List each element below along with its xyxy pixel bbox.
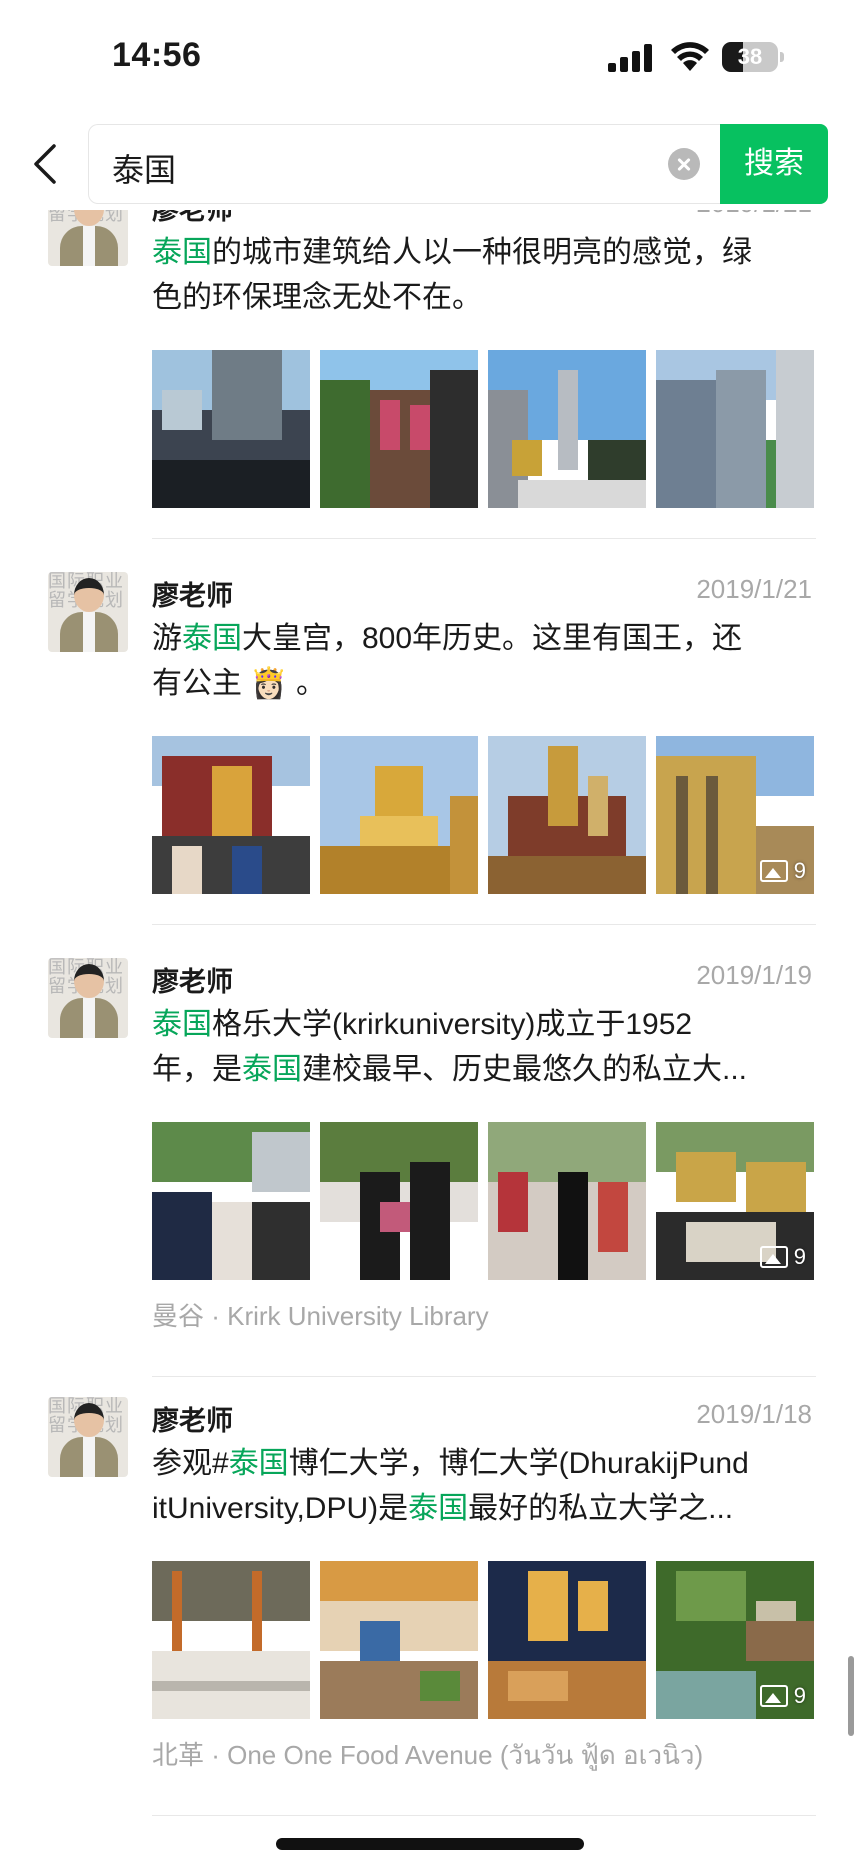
post-divider	[152, 538, 816, 539]
photo-thumbnail-city-towers[interactable]	[488, 350, 646, 508]
photo-grid: 9	[152, 736, 816, 894]
status-time: 14:56	[112, 36, 202, 74]
home-indicator[interactable]	[276, 1838, 584, 1850]
text-segment: 格乐大学(krirkuniversity)成立于1952	[212, 1008, 693, 1041]
photo-count-badge: 9	[759, 1683, 806, 1709]
keyword-highlight: 泰国	[152, 236, 212, 269]
post-date: 2019/1/21	[696, 210, 812, 219]
photo-thumbnail-city-building[interactable]	[152, 350, 310, 508]
post-text[interactable]: 参观#泰国博仁大学，博仁大学(DhurakijPund itUniversity,…	[152, 1441, 816, 1531]
post-divider	[152, 924, 816, 925]
photo-count-badge: 9	[759, 858, 806, 884]
avatar[interactable]: 国际职业留学规划	[48, 210, 128, 266]
text-segment: 色的环保理念无处不在。	[152, 281, 482, 314]
keyword-highlight: 泰国	[152, 1008, 212, 1041]
photo-count: 9	[793, 858, 806, 883]
image-icon	[759, 1246, 788, 1268]
photo-thumbnail-graduation-gowns[interactable]	[488, 1122, 646, 1280]
post-author[interactable]: 廖老师	[152, 960, 233, 999]
battery-icon: 38	[722, 42, 784, 72]
photo-thumbnail-food-stall[interactable]	[320, 1561, 478, 1719]
photo-grid	[152, 350, 816, 508]
keyword-highlight: 泰国	[228, 1447, 289, 1480]
wifi-icon	[671, 42, 709, 71]
text-segment: itUniversity,DPU)是	[152, 1492, 409, 1525]
moments-feed: 国际职业留学规划廖老师2019/1/21泰国的城市建筑给人以一种很明亮的感觉，绿…	[0, 210, 860, 1864]
keyword-highlight: 泰国	[408, 1492, 469, 1525]
post-location[interactable]: 北革 · One One Food Avenue (วันวัน ฟู้ด อเ…	[152, 1735, 703, 1776]
keyword-highlight: 泰国	[182, 622, 242, 655]
scrollbar[interactable]	[848, 1656, 854, 1736]
photo-thumbnail-graduation-crowd[interactable]	[152, 1122, 310, 1280]
search-button[interactable]: 搜索	[720, 124, 828, 204]
photo-thumbnail-golden-stupa[interactable]	[320, 736, 478, 894]
status-bar: 14:56 38	[0, 0, 860, 112]
keyword-highlight: 泰国	[242, 1053, 302, 1086]
post-author[interactable]: 廖老师	[152, 1399, 233, 1438]
post-date: 2019/1/19	[696, 960, 812, 990]
cellular-signal-icon	[608, 44, 652, 72]
post-divider	[152, 1376, 816, 1377]
photo-count: 9	[793, 1683, 806, 1708]
text-segment: 博仁大学，博仁大学(DhurakijPund	[288, 1447, 749, 1480]
photo-thumbnail-photo-booths[interactable]: 9	[656, 1122, 814, 1280]
photo-count-badge: 9	[759, 1244, 806, 1270]
moment-post[interactable]: 国际职业留学规划廖老师 2019/1/21 游泰国大皇宫，800年历史。这里有国王，…	[0, 566, 860, 966]
photo-thumbnail-roast-duck[interactable]	[488, 1561, 646, 1719]
search-input[interactable]	[88, 124, 720, 204]
photo-thumbnail-graduates-flowers[interactable]	[320, 1122, 478, 1280]
text-segment: 大皇宫，800年历史。这里有国王，还	[242, 622, 743, 655]
post-author[interactable]: 廖老师	[152, 210, 233, 227]
photo-grid: 9	[152, 1561, 816, 1719]
avatar[interactable]: 国际职业留学规划	[48, 958, 128, 1038]
post-date: 2019/1/21	[696, 574, 812, 604]
post-text[interactable]: 游泰国大皇宫，800年历史。这里有国王，还有公主 👸🏻 。	[152, 616, 816, 706]
post-date: 2019/1/18	[696, 1399, 812, 1429]
post-divider	[152, 1815, 816, 1816]
photo-grid: 9	[152, 1122, 816, 1280]
moment-post[interactable]: 国际职业留学规划 廖老师 2019/1/21 泰国的城市建筑给人以一种很明亮的感觉，绿…	[0, 210, 860, 580]
search-query[interactable]: 泰国	[112, 145, 176, 191]
post-author[interactable]: 廖老师	[152, 574, 233, 613]
photo-thumbnail-canteen-hall[interactable]	[152, 1561, 310, 1719]
post-text[interactable]: 泰国格乐大学(krirkuniversity)成立于1952 年，是泰国建校最早、…	[152, 1002, 816, 1092]
moment-post[interactable]: 国际职业留学规划廖老师2019/1/19泰国格乐大学(krirkuniversi…	[0, 952, 860, 1377]
avatar[interactable]: 国际职业留学规划	[48, 1397, 128, 1477]
back-icon[interactable]	[26, 140, 66, 188]
moment-post[interactable]: 国际职业留学规划廖老师2019/1/18参观#泰国博仁大学，博仁大学(Dhura…	[0, 1391, 860, 1816]
text-segment: 有公主 👸🏻 。	[152, 667, 327, 700]
photo-count: 9	[793, 1244, 806, 1269]
image-icon	[759, 1685, 788, 1707]
avatar[interactable]: 国际职业留学规划	[48, 572, 128, 652]
text-segment: 年，是	[152, 1053, 242, 1086]
text-segment: 参观#	[152, 1447, 229, 1480]
battery-percent: 38	[737, 44, 763, 69]
text-segment: 最好的私立大学之...	[468, 1492, 734, 1525]
photo-thumbnail-temple-pillars[interactable]: 9	[656, 736, 814, 894]
text-segment: 建校最早、历史最悠久的私立大...	[302, 1053, 748, 1086]
image-icon	[759, 860, 788, 882]
post-text[interactable]: 泰国的城市建筑给人以一种很明亮的感觉，绿色的环保理念无处不在。	[152, 230, 816, 320]
photo-thumbnail-temple-crowd[interactable]	[152, 736, 310, 894]
photo-thumbnail-street-banners[interactable]	[320, 350, 478, 508]
text-segment: 游	[152, 622, 182, 655]
clear-icon[interactable]	[668, 148, 700, 180]
photo-thumbnail-glass-building[interactable]	[656, 350, 814, 508]
post-location[interactable]: 曼谷 · Krirk University Library	[152, 1296, 489, 1333]
photo-thumbnail-temple-spires[interactable]	[488, 736, 646, 894]
text-segment: 的城市建筑给人以一种很明亮的感觉，绿	[212, 236, 752, 269]
photo-thumbnail-garden-restaurant[interactable]: 9	[656, 1561, 814, 1719]
